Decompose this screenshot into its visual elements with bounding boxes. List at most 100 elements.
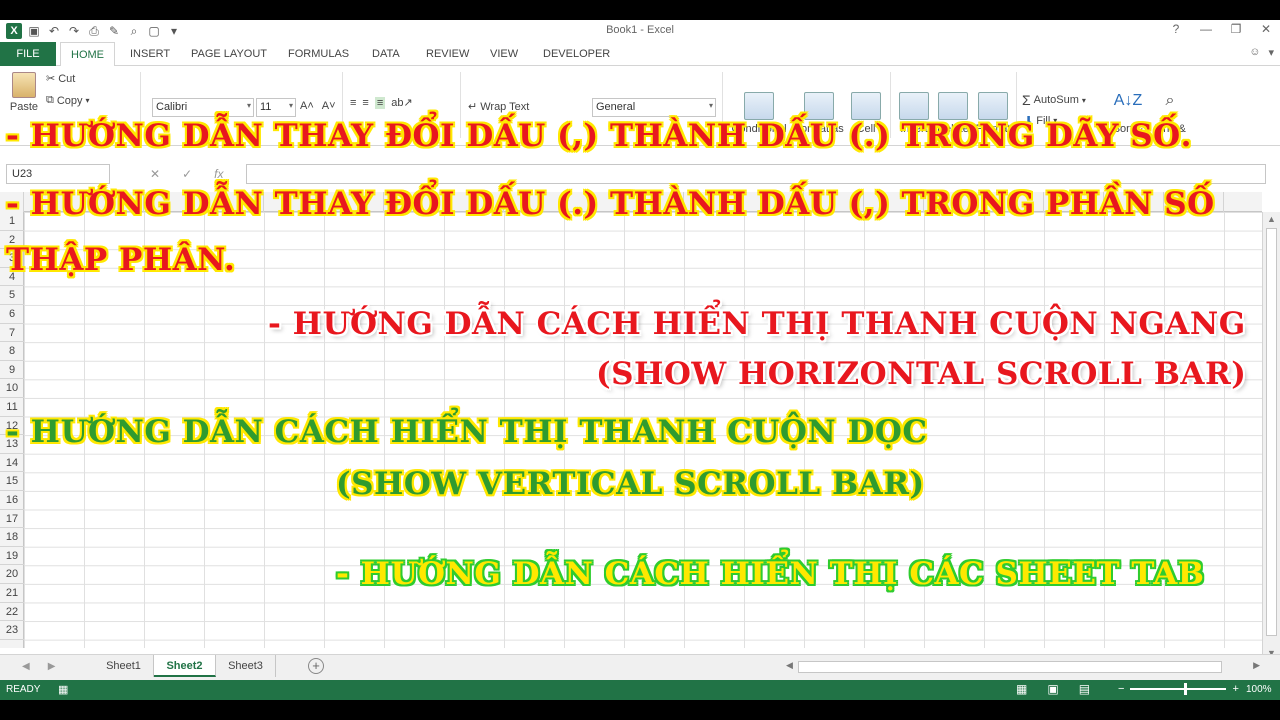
enter-icon[interactable]: ✓ (182, 167, 192, 181)
tab-home[interactable]: HOME (60, 42, 115, 67)
minimize-button[interactable]: — (1198, 22, 1214, 36)
sigma-icon: Σ (1022, 92, 1031, 108)
zoom-out-button[interactable]: − (1118, 683, 1124, 695)
user-icon[interactable]: ☺ (1249, 46, 1260, 59)
scroll-right-icon[interactable]: ▶ (1253, 660, 1260, 671)
normal-view-icon[interactable]: ▦ (1016, 682, 1027, 696)
align-bottom-icon[interactable]: ≡ (374, 96, 386, 109)
window-title: Book1 - Excel (606, 24, 674, 36)
close-button[interactable]: ✕ (1258, 22, 1274, 36)
grow-font-icon[interactable]: A˄ (300, 100, 314, 112)
vertical-scroll-thumb[interactable] (1266, 228, 1277, 636)
row-header-cell[interactable]: 8 (0, 342, 24, 361)
overlay-line-1: - HƯỚNG DẪN THAY ĐỔI DẤU (,) THÀNH DẤU (… (6, 118, 1192, 154)
zoom-level[interactable]: 100% (1246, 684, 1272, 695)
overlay-line-4: - HƯỚNG DẪN CÁCH HIỂN THỊ THANH CUỘN NGA… (268, 306, 1246, 342)
horizontal-scroll-thumb[interactable] (798, 661, 1222, 673)
formula-bar: U23 ✕ ✓ fx (0, 162, 1280, 186)
row-header-cell[interactable]: 10 (0, 379, 24, 398)
format-cells-icon (978, 92, 1008, 120)
tab-formulas[interactable]: FORMULAS (278, 42, 359, 66)
sheet-tab-sheet3[interactable]: Sheet3 (216, 655, 276, 677)
row-header-cell[interactable]: 22 (0, 603, 24, 622)
row-header-cell[interactable]: 16 (0, 491, 24, 510)
new-sheet-button[interactable]: + (308, 658, 324, 674)
name-box[interactable]: U23 (6, 164, 110, 184)
row-header-cell[interactable]: 21 (0, 584, 24, 603)
row-header-cell[interactable]: 9 (0, 361, 24, 380)
macro-record-icon[interactable]: ▦ (58, 683, 68, 696)
autosum-button[interactable]: Σ AutoSum ▾ (1022, 92, 1086, 108)
row-header-cell[interactable]: 23 (0, 621, 24, 640)
zoom-in-button[interactable]: + (1232, 683, 1238, 695)
copy-icon: ⧉ (46, 94, 54, 106)
row-header-cell[interactable]: 5 (0, 286, 24, 305)
window-controls: ? — ❐ ✕ (1168, 22, 1274, 36)
help-button[interactable]: ? (1168, 22, 1184, 36)
row-header-cell[interactable]: 7 (0, 324, 24, 343)
sheet-tab-sheet1[interactable]: Sheet1 (94, 655, 154, 677)
page-layout-view-icon[interactable]: ▣ (1047, 682, 1058, 696)
sheet-tab-bar: ◀ ▶ Sheet1 Sheet2 Sheet3 + ◀ ▶ (0, 654, 1280, 680)
paste-button[interactable]: Paste (6, 72, 42, 113)
overlay-line-6: - HƯỚNG DẪN CÁCH HIỂN THỊ THANH CUỘN DỌC (6, 414, 928, 450)
view-buttons: ▦ ▣ ▤ (1016, 682, 1090, 696)
copy-button[interactable]: ⧉ Copy ▾ (46, 94, 90, 107)
row-header-cell[interactable]: 15 (0, 472, 24, 491)
shrink-font-icon[interactable]: A˅ (322, 100, 336, 112)
scroll-up-icon[interactable]: ▲ (1267, 214, 1276, 224)
column-header-cell[interactable] (1224, 192, 1262, 212)
insert-function-icon[interactable]: fx (214, 167, 223, 181)
orientation-icon[interactable]: ab↗ (391, 96, 412, 109)
row-header-cell[interactable]: 18 (0, 528, 24, 547)
scroll-left-icon[interactable]: ◀ (786, 660, 793, 671)
align-middle-icon[interactable]: ≡ (362, 97, 368, 109)
insert-cells-icon (899, 92, 929, 120)
cut-button[interactable]: ✂ Cut (46, 72, 75, 86)
overlay-line-5: (SHOW HORIZONTAL SCROLL BAR) (596, 356, 1247, 392)
cancel-icon[interactable]: ✕ (150, 167, 160, 181)
formula-bar-buttons: ✕ ✓ fx (150, 167, 223, 181)
align-top-icon[interactable]: ≡ (350, 97, 356, 109)
sheet-nav: ◀ ▶ (22, 661, 55, 672)
collapse-ribbon-icon[interactable]: ▾ (1268, 46, 1274, 59)
zoom-slider[interactable] (1130, 683, 1227, 695)
tab-page-layout[interactable]: PAGE LAYOUT (181, 42, 277, 66)
row-header-cell[interactable]: 20 (0, 565, 24, 584)
tab-review[interactable]: REVIEW (416, 42, 479, 66)
row-header-cell[interactable]: 14 (0, 454, 24, 473)
page-break-view-icon[interactable]: ▤ (1079, 682, 1090, 696)
row-header-cell[interactable]: 19 (0, 547, 24, 566)
title-bar: X ▣ ↶ ↷ ⎙ ✎ ⌕ ▢ ▾ Book1 - Excel ? — ❐ ✕ (0, 20, 1280, 42)
horizontal-scrollbar[interactable]: ◀ ▶ (786, 660, 1260, 674)
tab-file[interactable]: FILE (0, 42, 56, 66)
wrap-text-button[interactable]: ↵ Wrap Text (468, 100, 529, 114)
sheet-tab-sheet2[interactable]: Sheet2 (154, 655, 216, 677)
row-header-cell[interactable]: 17 (0, 510, 24, 529)
tab-developer[interactable]: DEVELOPER (533, 42, 620, 66)
chevron-down-icon: ▾ (288, 101, 293, 110)
status-ready: READY (6, 684, 41, 695)
prev-sheet-icon[interactable]: ◀ (22, 661, 30, 672)
chevron-down-icon: ▾ (246, 101, 251, 110)
ribbon-tabs: FILE HOME INSERT PAGE LAYOUT FORMULAS DA… (0, 42, 1280, 67)
tab-view[interactable]: VIEW (480, 42, 528, 66)
tab-data[interactable]: DATA (362, 42, 410, 66)
cell-styles-icon (851, 92, 881, 120)
chevron-down-icon: ▾ (1081, 95, 1086, 105)
font-name-select[interactable]: Calibri ▾ (152, 98, 254, 117)
tab-insert[interactable]: INSERT (120, 42, 180, 66)
chevron-down-icon: ▾ (708, 101, 713, 110)
row-header-cell[interactable]: 6 (0, 305, 24, 324)
font-size-select[interactable]: 11 ▾ (256, 98, 296, 117)
restore-button[interactable]: ❐ (1228, 22, 1244, 36)
next-sheet-icon[interactable]: ▶ (48, 661, 56, 672)
number-format-select[interactable]: General ▾ (592, 98, 716, 117)
vertical-scrollbar[interactable]: ▲ ▼ (1262, 212, 1280, 660)
overlay-line-3: THẬP PHÂN. (6, 242, 236, 278)
zoom-slider-knob[interactable] (1184, 683, 1188, 695)
delete-cells-icon (938, 92, 968, 120)
formula-input[interactable] (246, 164, 1266, 184)
cut-icon: ✂ (46, 73, 56, 85)
overlay-line-2: - HƯỚNG DẪN THAY ĐỔI DẤU (.) THÀNH DẤU (… (6, 186, 1215, 222)
